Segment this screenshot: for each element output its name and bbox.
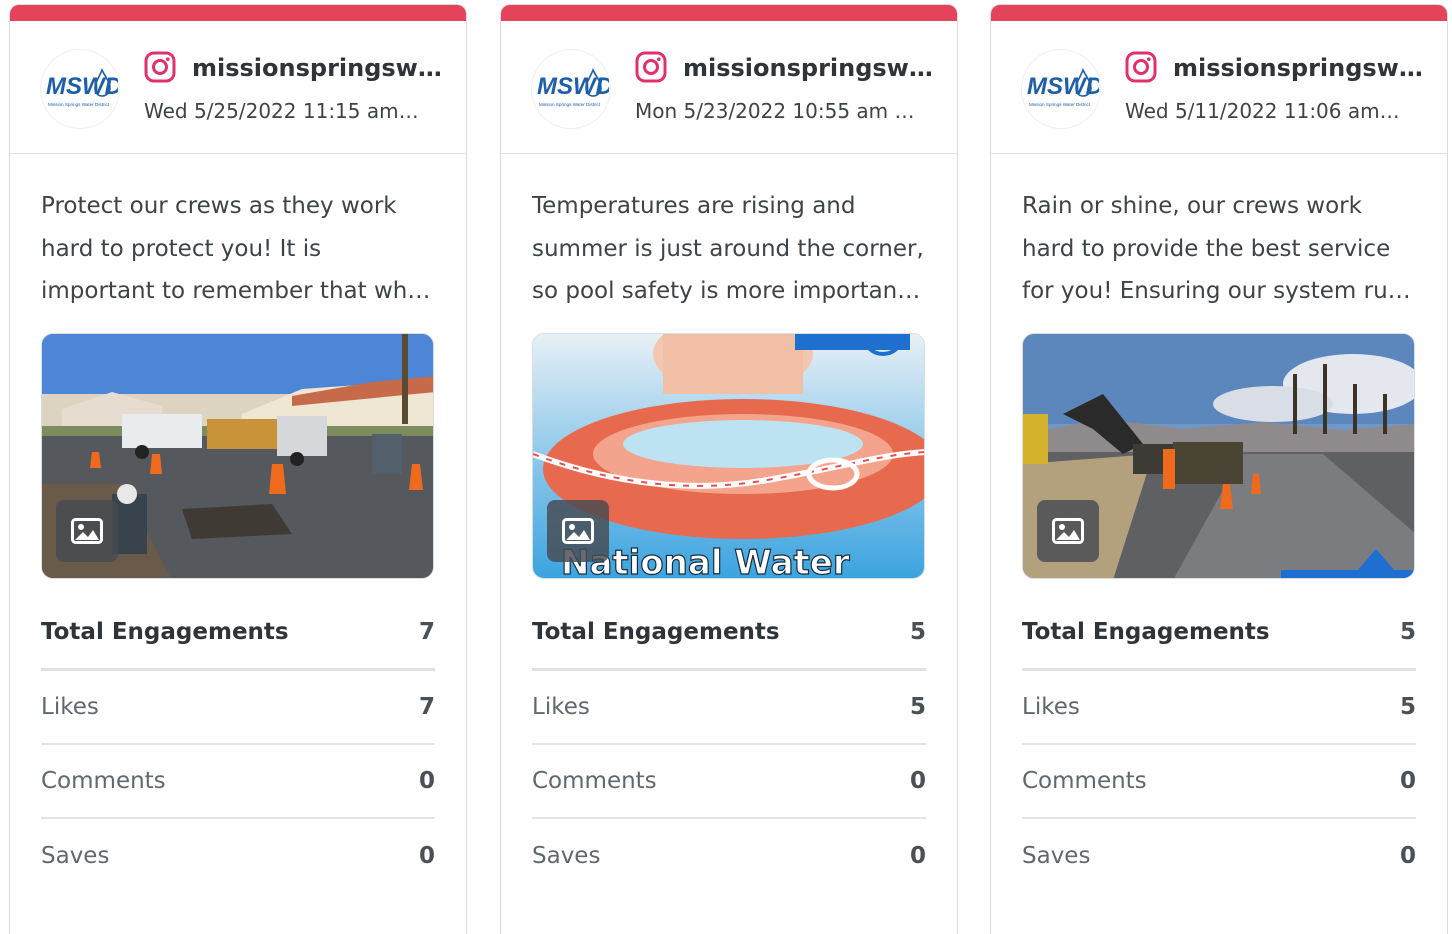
saves-label: Saves	[532, 843, 601, 869]
avatar[interactable]: MSWD Mission Springs Water District	[531, 49, 611, 129]
post-header: MSWD Mission Springs Water District miss…	[10, 21, 466, 154]
card-accent-bar	[991, 5, 1447, 21]
post-date: Mon 5/23/2022 10:55 am PDT	[635, 99, 915, 123]
card-accent-bar	[10, 5, 466, 21]
saves-value: 0	[1399, 843, 1416, 869]
engagement-stats: Total Engagements 5 Likes 5 Comments 0 S…	[1022, 595, 1416, 893]
engagement-stats: Total Engagements 7 Likes 7 Comments 0 S…	[41, 595, 435, 893]
card-accent-bar	[501, 5, 957, 21]
avatar-logo-subtext: Mission Springs Water District	[48, 102, 110, 107]
account-handle[interactable]: missionspringswaterdistrict	[1173, 51, 1423, 85]
likes-value: 5	[909, 694, 926, 720]
saves-label: Saves	[41, 843, 110, 869]
saves-row: Saves 0	[1022, 819, 1416, 893]
post-caption: Rain or shine, our crews work hard to pr…	[1022, 193, 1415, 304]
comments-label: Comments	[41, 768, 166, 794]
comments-label: Comments	[532, 768, 657, 794]
comments-value: 0	[909, 768, 926, 794]
likes-label: Likes	[532, 694, 590, 720]
saves-label: Saves	[1022, 843, 1091, 869]
avatar-logo-subtext: Mission Springs Water District	[539, 102, 601, 107]
likes-row: Likes 7	[41, 671, 435, 745]
likes-label: Likes	[41, 694, 99, 720]
image-icon	[1037, 500, 1099, 562]
comments-row: Comments 0	[532, 745, 926, 819]
image-icon	[56, 500, 118, 562]
saves-value: 0	[418, 843, 435, 869]
total-engagements-label: Total Engagements	[41, 618, 289, 645]
avatar-logo-text: MSWD	[46, 73, 118, 100]
total-engagements-value: 7	[418, 618, 435, 645]
avatar[interactable]: MSWD Mission Springs Water District	[40, 49, 120, 129]
comments-label: Comments	[1022, 768, 1147, 794]
total-engagements-value: 5	[1399, 618, 1416, 645]
post-media[interactable]	[1022, 333, 1415, 579]
total-engagements-row: Total Engagements 7	[41, 595, 435, 671]
post-header: MSWD Mission Springs Water District miss…	[991, 21, 1447, 154]
post-caption: Protect our crews as they work hard to p…	[41, 193, 437, 304]
saves-row: Saves 0	[532, 819, 926, 893]
total-engagements-row: Total Engagements 5	[532, 595, 926, 671]
account-handle[interactable]: missionspringswaterdistrict	[192, 51, 442, 85]
comments-row: Comments 0	[1022, 745, 1416, 819]
post-date: Wed 5/11/2022 11:06 am PDT	[1125, 99, 1405, 123]
likes-value: 7	[418, 694, 435, 720]
comments-value: 0	[418, 768, 435, 794]
instagram-icon	[1125, 51, 1157, 83]
post-card[interactable]: MSWD Mission Springs Water District miss…	[500, 4, 958, 934]
post-header: MSWD Mission Springs Water District miss…	[501, 21, 957, 154]
avatar[interactable]: MSWD Mission Springs Water District	[1021, 49, 1101, 129]
total-engagements-label: Total Engagements	[532, 618, 780, 645]
avatar-logo-text: MSWD	[537, 73, 609, 100]
post-caption: Temperatures are rising and summer is ju…	[532, 193, 924, 304]
total-engagements-label: Total Engagements	[1022, 618, 1270, 645]
saves-row: Saves 0	[41, 819, 435, 893]
total-engagements-value: 5	[909, 618, 926, 645]
comments-row: Comments 0	[41, 745, 435, 819]
likes-label: Likes	[1022, 694, 1080, 720]
image-icon	[547, 500, 609, 562]
instagram-icon	[144, 51, 176, 83]
post-media[interactable]: National Water	[532, 333, 925, 579]
avatar-logo-text: MSWD	[1027, 73, 1099, 100]
post-card[interactable]: MSWD Mission Springs Water District miss…	[9, 4, 467, 934]
total-engagements-row: Total Engagements 5	[1022, 595, 1416, 671]
likes-row: Likes 5	[532, 671, 926, 745]
avatar-logo-subtext: Mission Springs Water District	[1029, 102, 1091, 107]
comments-value: 0	[1399, 768, 1416, 794]
likes-value: 5	[1399, 694, 1416, 720]
engagement-stats: Total Engagements 5 Likes 5 Comments 0 S…	[532, 595, 926, 893]
instagram-icon	[635, 51, 667, 83]
post-media[interactable]	[41, 333, 434, 579]
account-handle[interactable]: missionspringswaterdistrict	[683, 51, 933, 85]
post-date: Wed 5/25/2022 11:15 am PDT	[144, 99, 424, 123]
likes-row: Likes 5	[1022, 671, 1416, 745]
post-card[interactable]: MSWD Mission Springs Water District miss…	[990, 4, 1448, 934]
saves-value: 0	[909, 843, 926, 869]
